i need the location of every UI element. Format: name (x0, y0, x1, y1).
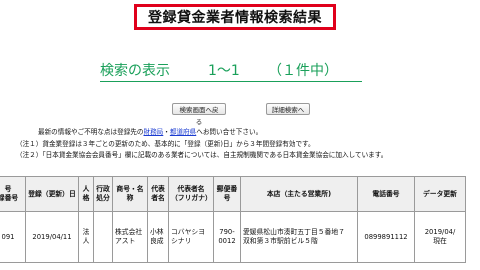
prefecture-link[interactable]: 都道府県 (170, 128, 196, 136)
result-summary: 検索の表示 1～1 （１件中） (100, 60, 370, 80)
header-regdate: 登録（更新）日 (25, 176, 79, 212)
cell-postal: 790-0012 (213, 211, 241, 263)
header-regno: 号 録番号 (0, 176, 26, 212)
finance-bureau-link[interactable]: 財務局 (144, 128, 164, 136)
page-title-text: 登録貸金業者情報検索結果 (148, 10, 322, 26)
back-to-search-button[interactable]: 検索画面へ戻る (172, 103, 226, 126)
header-address: 本店（主たる営業所) (240, 176, 358, 212)
table-row: 091 2019/04/11 法人 株式会社アスト 小林良成 コバヤシヨシナリ … (0, 211, 466, 263)
cell-regdate: 2019/04/11 (25, 211, 79, 263)
page-title: 登録貸金業者情報検索結果 (134, 4, 336, 30)
cell-data-status: 現在 (433, 237, 447, 245)
result-underline (100, 81, 362, 82)
note-1: （注１）貸金業登録は３年ごとの更新のため、基本的に「登録（更新)日」から３年間登… (16, 139, 315, 148)
header-rep: 代表者名 (147, 176, 169, 212)
cell-rep: 小林良成 (147, 211, 169, 263)
header-regno-b: 録番号 (0, 194, 19, 202)
cell-phone: 0899891112 (357, 211, 415, 263)
cell-type: 法人 (78, 211, 94, 263)
cell-rep-kana: コバヤシヨシナリ (168, 211, 214, 263)
result-label: 検索の表示 (100, 63, 170, 79)
notes: 最新の情報やご不明な点は登録先の財務局・都道府県へお問い合せ下さい。 （注１）貸… (16, 127, 476, 162)
result-range: 1～1 (208, 63, 240, 79)
header-company: 商号・名称 (112, 176, 148, 212)
cell-company: 株式会社アスト (112, 211, 148, 263)
note-contact-text: 最新の情報やご不明な点は登録先の (38, 128, 144, 136)
results-table: 号 録番号 登録（更新）日 人格 行政処分 商号・名称 代表者名 代表者名（フリ… (0, 176, 466, 263)
note-contact-suffix: へお問い合せ下さい。 (196, 128, 263, 136)
cell-regno: 091 (0, 211, 26, 263)
header-admin: 行政処分 (93, 176, 113, 212)
cell-address: 愛媛県松山市湊町五丁目５番地７ 双和第３市駅前ビル５階 (240, 211, 358, 263)
header-rep-kana: 代表者名（フリガナ） (168, 176, 214, 212)
note-2: （注２）「日本貸金業協会会員番号」欄に記載のある業者については、自主規制機関であ… (16, 151, 388, 159)
header-regno-a: 号 (4, 185, 12, 193)
note-separator: ・ (163, 128, 170, 136)
result-count: （１件中） (268, 63, 338, 79)
cell-data-update: 2019/04/ 現在 (414, 211, 466, 263)
cell-admin (93, 211, 113, 263)
cell-data-date: 2019/04/ (424, 228, 456, 236)
header-postal: 郵便番号 (213, 176, 241, 212)
table-header-row: 号 録番号 登録（更新）日 人格 行政処分 商号・名称 代表者名 代表者名（フリ… (0, 176, 466, 212)
header-type: 人格 (78, 176, 94, 212)
note-contact: 最新の情報やご不明な点は登録先の財務局・都道府県へお問い合せ下さい。 (16, 127, 476, 139)
header-data-update: データ更新 (414, 176, 466, 212)
detailed-search-button[interactable]: 詳細検索へ (266, 103, 310, 115)
header-phone: 電話番号 (357, 176, 415, 212)
